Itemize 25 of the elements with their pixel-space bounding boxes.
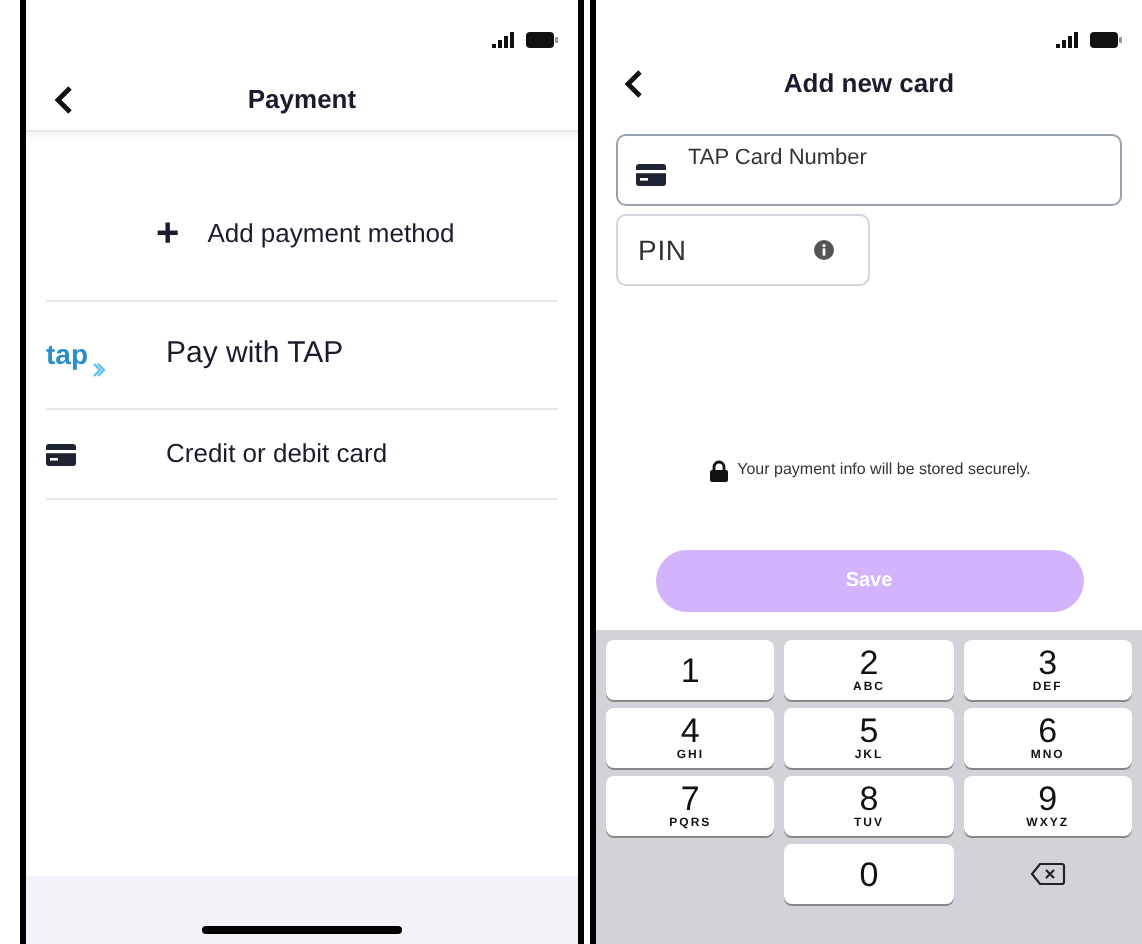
keypad-key[interactable]: 1 <box>606 640 775 700</box>
signal-icon <box>1056 32 1080 48</box>
keypad-key[interactable]: 0 <box>784 844 954 904</box>
back-icon <box>54 85 74 113</box>
pin-field[interactable]: PIN <box>616 214 870 286</box>
payment-method-item[interactable]: tap Pay with TAP <box>46 302 558 408</box>
screen-title: Add new card <box>781 66 957 103</box>
add-payment-label: Add payment method <box>207 216 455 253</box>
card-number-field[interactable]: TAP Card Number <box>616 134 1122 206</box>
signal-icon <box>492 32 516 48</box>
battery-icon <box>1090 32 1122 48</box>
secure-storage-note: Your payment info will be stored securely. <box>737 458 1031 482</box>
lock-icon <box>707 459 730 481</box>
card-icon <box>636 164 666 186</box>
tap-logo: tap <box>46 336 88 374</box>
back-icon <box>624 70 644 98</box>
backspace-icon <box>1029 862 1066 886</box>
payment-method-item[interactable]: Credit or debit card <box>46 410 558 498</box>
battery-icon <box>526 32 558 48</box>
plus-icon: + <box>156 214 180 254</box>
card-icon <box>46 443 76 465</box>
screen-title: Payment <box>245 81 359 118</box>
info-icon <box>814 240 834 260</box>
chevrons-icon <box>92 361 106 377</box>
add-payment-method-button[interactable]: + Add payment method <box>156 204 455 264</box>
